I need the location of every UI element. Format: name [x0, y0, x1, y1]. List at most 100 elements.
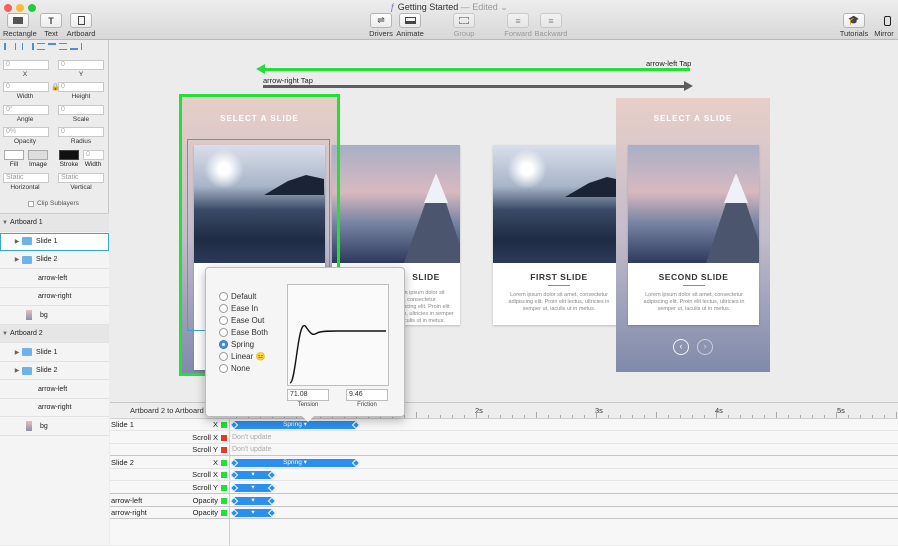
clip-sublayers-checkbox[interactable]: Clip Sublayers	[28, 200, 79, 207]
align-right-icon[interactable]	[26, 43, 34, 50]
disclosure-right-icon[interactable]: ▶	[12, 238, 22, 245]
layer-row[interactable]: bg	[0, 306, 109, 325]
width-field[interactable]: 0	[3, 82, 49, 92]
curve-option[interactable]: Default	[219, 292, 256, 301]
curve-option-label: Ease Both	[231, 328, 268, 337]
curve-option[interactable]: Ease In	[219, 304, 258, 313]
animation-bar[interactable]: ▾	[234, 509, 272, 518]
arrow-left-button[interactable]: ‹	[673, 339, 689, 355]
mirror-button[interactable]	[876, 13, 898, 28]
tension-input[interactable]: 71.08	[287, 389, 329, 401]
radius-field[interactable]: 0	[58, 127, 104, 137]
image-swatch[interactable]	[28, 150, 48, 160]
align-left-icon[interactable]	[4, 43, 12, 50]
backward-button[interactable]: ≡	[540, 13, 562, 28]
timeline-row[interactable]: Scroll Y Don't update	[110, 444, 898, 457]
animation-bar[interactable]: ▾	[234, 484, 272, 492]
rectangle-button[interactable]	[7, 13, 29, 28]
forward-button[interactable]: ≡	[507, 13, 529, 28]
curve-option[interactable]: Spring	[219, 340, 254, 349]
distribute-horizontal-icon[interactable]	[37, 43, 45, 50]
x-field[interactable]: 0	[3, 60, 49, 70]
fill-swatch[interactable]	[4, 150, 24, 160]
layer-row[interactable]: ▼ Artboard 1	[0, 214, 109, 232]
layer-row[interactable]: ▶ Slide 2	[0, 251, 109, 269]
spring-curve-graph[interactable]	[287, 284, 389, 386]
property-toggle[interactable]	[221, 485, 227, 491]
radio-icon[interactable]	[219, 316, 228, 325]
timeline-row[interactable]: Slide 1 X Spring ▾	[110, 419, 898, 431]
stroke-width-field[interactable]: 0	[83, 150, 104, 160]
property-toggle[interactable]	[221, 447, 227, 454]
align-top-icon[interactable]	[48, 43, 56, 50]
property-toggle[interactable]	[221, 434, 227, 441]
distribute-vertical-icon[interactable]	[81, 43, 89, 50]
property-toggle[interactable]	[221, 459, 227, 466]
align-bottom-icon[interactable]	[70, 43, 78, 50]
curve-option[interactable]: None	[219, 364, 250, 373]
animation-bar[interactable]: Spring ▾	[234, 458, 356, 467]
drivers-button[interactable]: ⇌	[370, 13, 392, 28]
stroke-swatch[interactable]	[59, 150, 79, 160]
disclosure-right-icon[interactable]: ▶	[12, 256, 22, 263]
disclosure-right-icon[interactable]: ▶	[12, 349, 22, 356]
radio-icon[interactable]	[219, 340, 228, 349]
y-field[interactable]: 0	[58, 60, 104, 70]
layer-row[interactable]: arrow-left	[0, 269, 109, 288]
timeline-row[interactable]: Scroll X ▾	[110, 469, 898, 482]
animate-button[interactable]	[399, 13, 421, 28]
layer-row[interactable]: bg	[0, 417, 109, 436]
scale-field[interactable]: 0	[58, 105, 104, 115]
height-field[interactable]: 0	[58, 82, 104, 92]
animation-bar[interactable]: Spring ▾	[234, 421, 356, 429]
chevron-down-icon[interactable]: ⌄	[500, 2, 508, 12]
timeline-row[interactable]: Scroll Y ▾	[110, 482, 898, 494]
radio-icon[interactable]	[219, 352, 228, 361]
property-toggle[interactable]	[221, 422, 227, 428]
layer-row[interactable]: arrow-right	[0, 399, 109, 417]
first-slide-card[interactable]: FIRST SLIDE Lorem ipsum dolor sit amet, …	[493, 145, 625, 325]
curve-option[interactable]: Linear 😐	[219, 352, 265, 361]
horizontal-label: Horizontal	[10, 184, 40, 191]
timeline-row[interactable]: arrow-left Opacity ▾	[110, 495, 898, 507]
align-center-icon[interactable]	[15, 43, 23, 50]
timeline-row[interactable]: Slide 2 X Spring ▾	[110, 457, 898, 469]
align-middle-icon[interactable]	[59, 43, 67, 50]
radio-icon[interactable]	[219, 292, 228, 301]
ruler-tick	[440, 415, 441, 418]
layer-row[interactable]: arrow-left	[0, 380, 109, 399]
friction-input[interactable]: 9.46	[346, 389, 388, 401]
radio-icon[interactable]	[219, 304, 228, 313]
curve-option[interactable]: Ease Out	[219, 316, 264, 325]
curve-option[interactable]: Ease Both	[219, 328, 268, 337]
disclosure-down-icon[interactable]: ▼	[0, 220, 10, 226]
disclosure-right-icon[interactable]: ▶	[12, 367, 22, 374]
layer-row[interactable]: ▼ Artboard 2	[0, 325, 109, 343]
arrow-right-tap-connector[interactable]	[263, 85, 685, 88]
layer-row[interactable]: ▶ Slide 1	[0, 343, 109, 362]
artboard-button[interactable]	[70, 13, 92, 28]
radio-icon[interactable]	[219, 328, 228, 337]
disclosure-down-icon[interactable]: ▼	[0, 331, 10, 337]
radio-icon[interactable]	[219, 364, 228, 373]
property-toggle[interactable]	[221, 472, 227, 479]
arrow-right-button[interactable]: ›	[697, 339, 713, 355]
arrow-left-tap-connector[interactable]	[263, 68, 690, 71]
property-toggle[interactable]	[221, 497, 227, 504]
horizontal-constraint-select[interactable]: Static	[3, 173, 49, 183]
timeline-row[interactable]: Scroll X Don't update	[110, 432, 898, 444]
property-toggle[interactable]	[221, 510, 227, 517]
opacity-field[interactable]: 0%	[3, 127, 49, 137]
group-button[interactable]	[453, 13, 475, 28]
animation-bar[interactable]: ▾	[234, 496, 272, 505]
tutorials-button[interactable]: 🎓	[843, 13, 865, 28]
angle-field[interactable]: 0°	[3, 105, 49, 115]
layer-row[interactable]: arrow-right	[0, 288, 109, 306]
timeline-row[interactable]: arrow-right Opacity ▾	[110, 507, 898, 520]
layer-row[interactable]: ▶ Slide 2	[0, 362, 109, 380]
layer-row[interactable]: ▶ Slide 1	[0, 232, 109, 251]
text-button[interactable]: T	[40, 13, 62, 28]
animation-bar[interactable]: ▾	[234, 471, 272, 480]
second-slide-card[interactable]: SECOND SLIDE Lorem ipsum dolor sit amet,…	[628, 145, 759, 325]
vertical-constraint-select[interactable]: Static	[58, 173, 104, 183]
